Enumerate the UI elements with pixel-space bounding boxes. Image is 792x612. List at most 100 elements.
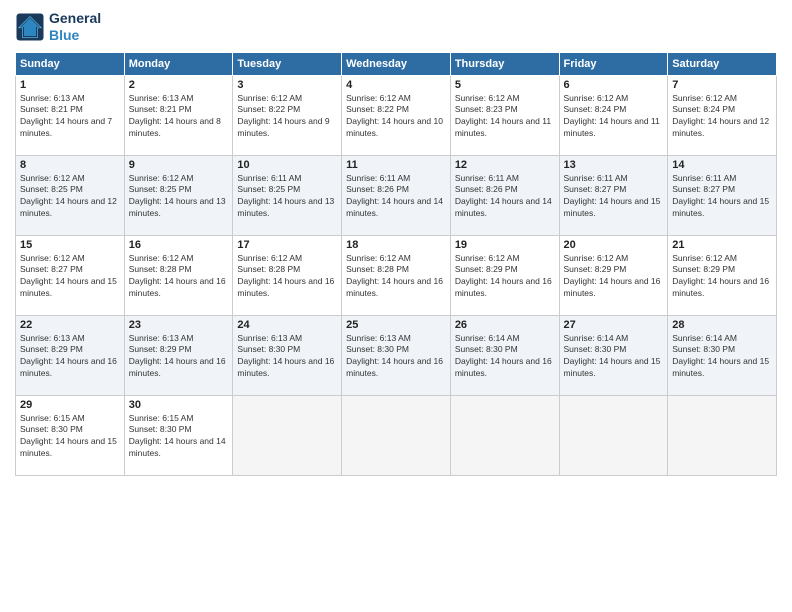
page: General Blue SundayMondayTuesdayWednesda… xyxy=(0,0,792,612)
calendar-cell: 29 Sunrise: 6:15 AMSunset: 8:30 PMDaylig… xyxy=(16,395,125,475)
day-info: Sunrise: 6:12 AMSunset: 8:25 PMDaylight:… xyxy=(20,173,120,221)
day-info: Sunrise: 6:12 AMSunset: 8:22 PMDaylight:… xyxy=(237,93,337,141)
calendar-week-row: 29 Sunrise: 6:15 AMSunset: 8:30 PMDaylig… xyxy=(16,395,777,475)
day-number: 4 xyxy=(346,79,446,91)
day-number: 8 xyxy=(20,159,120,171)
calendar-cell: 6 Sunrise: 6:12 AMSunset: 8:24 PMDayligh… xyxy=(559,75,668,155)
day-info: Sunrise: 6:12 AMSunset: 8:29 PMDaylight:… xyxy=(564,253,664,301)
day-info: Sunrise: 6:14 AMSunset: 8:30 PMDaylight:… xyxy=(672,333,772,381)
day-info: Sunrise: 6:12 AMSunset: 8:29 PMDaylight:… xyxy=(455,253,555,301)
calendar-week-row: 15 Sunrise: 6:12 AMSunset: 8:27 PMDaylig… xyxy=(16,235,777,315)
calendar-cell: 5 Sunrise: 6:12 AMSunset: 8:23 PMDayligh… xyxy=(450,75,559,155)
day-number: 15 xyxy=(20,239,120,251)
day-number: 10 xyxy=(237,159,337,171)
col-header-saturday: Saturday xyxy=(668,52,777,75)
logo-text: General Blue xyxy=(49,10,101,44)
calendar-cell: 23 Sunrise: 6:13 AMSunset: 8:29 PMDaylig… xyxy=(124,315,233,395)
calendar-cell xyxy=(233,395,342,475)
col-header-thursday: Thursday xyxy=(450,52,559,75)
day-info: Sunrise: 6:13 AMSunset: 8:21 PMDaylight:… xyxy=(129,93,229,141)
calendar-cell: 15 Sunrise: 6:12 AMSunset: 8:27 PMDaylig… xyxy=(16,235,125,315)
day-info: Sunrise: 6:11 AMSunset: 8:27 PMDaylight:… xyxy=(672,173,772,221)
day-info: Sunrise: 6:13 AMSunset: 8:30 PMDaylight:… xyxy=(237,333,337,381)
calendar-cell: 1 Sunrise: 6:13 AMSunset: 8:21 PMDayligh… xyxy=(16,75,125,155)
calendar-cell: 26 Sunrise: 6:14 AMSunset: 8:30 PMDaylig… xyxy=(450,315,559,395)
day-number: 6 xyxy=(564,79,664,91)
day-info: Sunrise: 6:12 AMSunset: 8:24 PMDaylight:… xyxy=(672,93,772,141)
day-info: Sunrise: 6:11 AMSunset: 8:26 PMDaylight:… xyxy=(455,173,555,221)
day-info: Sunrise: 6:11 AMSunset: 8:25 PMDaylight:… xyxy=(237,173,337,221)
calendar-body: 1 Sunrise: 6:13 AMSunset: 8:21 PMDayligh… xyxy=(16,75,777,475)
day-number: 28 xyxy=(672,319,772,331)
day-info: Sunrise: 6:12 AMSunset: 8:23 PMDaylight:… xyxy=(455,93,555,141)
calendar-week-row: 22 Sunrise: 6:13 AMSunset: 8:29 PMDaylig… xyxy=(16,315,777,395)
calendar-cell: 2 Sunrise: 6:13 AMSunset: 8:21 PMDayligh… xyxy=(124,75,233,155)
col-header-friday: Friday xyxy=(559,52,668,75)
day-info: Sunrise: 6:12 AMSunset: 8:22 PMDaylight:… xyxy=(346,93,446,141)
day-number: 14 xyxy=(672,159,772,171)
day-number: 11 xyxy=(346,159,446,171)
day-info: Sunrise: 6:12 AMSunset: 8:27 PMDaylight:… xyxy=(20,253,120,301)
day-info: Sunrise: 6:14 AMSunset: 8:30 PMDaylight:… xyxy=(564,333,664,381)
day-number: 5 xyxy=(455,79,555,91)
calendar-cell: 13 Sunrise: 6:11 AMSunset: 8:27 PMDaylig… xyxy=(559,155,668,235)
day-number: 16 xyxy=(129,239,229,251)
calendar-cell xyxy=(559,395,668,475)
day-info: Sunrise: 6:13 AMSunset: 8:29 PMDaylight:… xyxy=(129,333,229,381)
day-number: 9 xyxy=(129,159,229,171)
calendar-cell: 14 Sunrise: 6:11 AMSunset: 8:27 PMDaylig… xyxy=(668,155,777,235)
calendar-cell: 9 Sunrise: 6:12 AMSunset: 8:25 PMDayligh… xyxy=(124,155,233,235)
calendar-cell: 28 Sunrise: 6:14 AMSunset: 8:30 PMDaylig… xyxy=(668,315,777,395)
calendar-cell: 22 Sunrise: 6:13 AMSunset: 8:29 PMDaylig… xyxy=(16,315,125,395)
calendar-cell: 3 Sunrise: 6:12 AMSunset: 8:22 PMDayligh… xyxy=(233,75,342,155)
day-number: 12 xyxy=(455,159,555,171)
day-info: Sunrise: 6:14 AMSunset: 8:30 PMDaylight:… xyxy=(455,333,555,381)
calendar-cell xyxy=(342,395,451,475)
col-header-monday: Monday xyxy=(124,52,233,75)
calendar-cell xyxy=(450,395,559,475)
day-info: Sunrise: 6:12 AMSunset: 8:25 PMDaylight:… xyxy=(129,173,229,221)
day-info: Sunrise: 6:12 AMSunset: 8:28 PMDaylight:… xyxy=(237,253,337,301)
day-info: Sunrise: 6:15 AMSunset: 8:30 PMDaylight:… xyxy=(20,413,120,461)
day-number: 27 xyxy=(564,319,664,331)
day-number: 24 xyxy=(237,319,337,331)
calendar-cell: 30 Sunrise: 6:15 AMSunset: 8:30 PMDaylig… xyxy=(124,395,233,475)
day-number: 17 xyxy=(237,239,337,251)
calendar-cell: 24 Sunrise: 6:13 AMSunset: 8:30 PMDaylig… xyxy=(233,315,342,395)
day-info: Sunrise: 6:11 AMSunset: 8:26 PMDaylight:… xyxy=(346,173,446,221)
calendar-cell: 7 Sunrise: 6:12 AMSunset: 8:24 PMDayligh… xyxy=(668,75,777,155)
calendar-cell xyxy=(668,395,777,475)
calendar-cell: 16 Sunrise: 6:12 AMSunset: 8:28 PMDaylig… xyxy=(124,235,233,315)
day-number: 1 xyxy=(20,79,120,91)
calendar-cell: 19 Sunrise: 6:12 AMSunset: 8:29 PMDaylig… xyxy=(450,235,559,315)
col-header-wednesday: Wednesday xyxy=(342,52,451,75)
calendar-cell: 4 Sunrise: 6:12 AMSunset: 8:22 PMDayligh… xyxy=(342,75,451,155)
day-number: 21 xyxy=(672,239,772,251)
day-number: 3 xyxy=(237,79,337,91)
calendar-cell: 21 Sunrise: 6:12 AMSunset: 8:29 PMDaylig… xyxy=(668,235,777,315)
day-number: 26 xyxy=(455,319,555,331)
header: General Blue xyxy=(15,10,777,44)
col-header-tuesday: Tuesday xyxy=(233,52,342,75)
calendar-cell: 20 Sunrise: 6:12 AMSunset: 8:29 PMDaylig… xyxy=(559,235,668,315)
calendar-cell: 10 Sunrise: 6:11 AMSunset: 8:25 PMDaylig… xyxy=(233,155,342,235)
calendar-header-row: SundayMondayTuesdayWednesdayThursdayFrid… xyxy=(16,52,777,75)
day-number: 18 xyxy=(346,239,446,251)
day-info: Sunrise: 6:12 AMSunset: 8:29 PMDaylight:… xyxy=(672,253,772,301)
day-number: 7 xyxy=(672,79,772,91)
day-number: 2 xyxy=(129,79,229,91)
day-info: Sunrise: 6:13 AMSunset: 8:29 PMDaylight:… xyxy=(20,333,120,381)
day-number: 30 xyxy=(129,399,229,411)
day-number: 29 xyxy=(20,399,120,411)
calendar-cell: 11 Sunrise: 6:11 AMSunset: 8:26 PMDaylig… xyxy=(342,155,451,235)
calendar-week-row: 8 Sunrise: 6:12 AMSunset: 8:25 PMDayligh… xyxy=(16,155,777,235)
day-info: Sunrise: 6:11 AMSunset: 8:27 PMDaylight:… xyxy=(564,173,664,221)
day-info: Sunrise: 6:12 AMSunset: 8:28 PMDaylight:… xyxy=(346,253,446,301)
day-number: 20 xyxy=(564,239,664,251)
day-info: Sunrise: 6:13 AMSunset: 8:30 PMDaylight:… xyxy=(346,333,446,381)
calendar-week-row: 1 Sunrise: 6:13 AMSunset: 8:21 PMDayligh… xyxy=(16,75,777,155)
calendar-cell: 25 Sunrise: 6:13 AMSunset: 8:30 PMDaylig… xyxy=(342,315,451,395)
day-number: 23 xyxy=(129,319,229,331)
calendar-cell: 12 Sunrise: 6:11 AMSunset: 8:26 PMDaylig… xyxy=(450,155,559,235)
calendar-cell: 17 Sunrise: 6:12 AMSunset: 8:28 PMDaylig… xyxy=(233,235,342,315)
